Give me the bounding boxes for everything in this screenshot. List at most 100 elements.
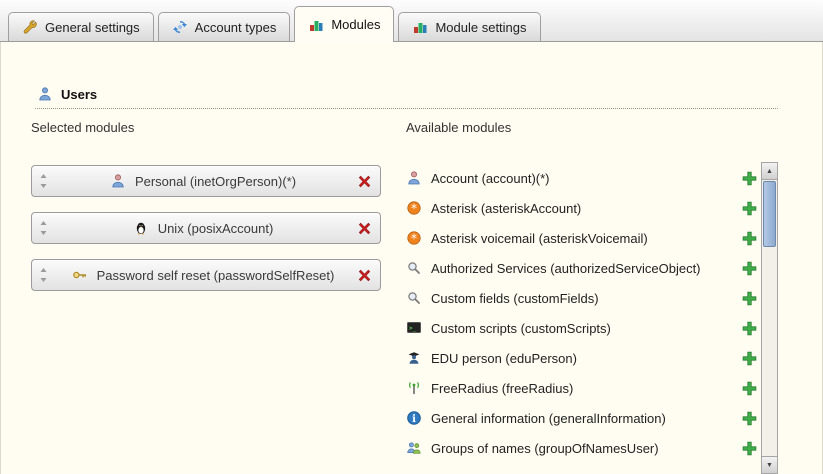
- lam-configuration-page: General settings Account types Modules M…: [0, 0, 823, 474]
- available-module-row: * Asterisk (asteriskAccount): [406, 193, 758, 223]
- group-icon: [406, 440, 422, 456]
- magnifier-icon: [406, 290, 422, 306]
- module-label: Personal (inetOrgPerson)(*): [135, 174, 296, 189]
- terminal-icon: >_: [406, 320, 422, 336]
- sync-icon: [172, 19, 188, 35]
- available-module-row: * Asterisk voicemail (asteriskVoicemail): [406, 223, 758, 253]
- remove-module-button[interactable]: [356, 267, 373, 284]
- section-title: Users: [61, 87, 97, 102]
- plus-icon: [741, 380, 758, 397]
- add-module-button[interactable]: [741, 410, 758, 427]
- antenna-icon: [406, 380, 422, 396]
- add-module-button[interactable]: [741, 230, 758, 247]
- key-icon: [72, 267, 88, 283]
- section-heading-users: Users: [37, 86, 97, 102]
- available-module-row: Account (account)(*): [406, 163, 758, 193]
- section-divider: [35, 108, 778, 109]
- module-label: Groups of names (groupOfNamesUser): [431, 441, 732, 456]
- module-label: FreeRadius (freeRadius): [431, 381, 732, 396]
- delete-icon: [356, 173, 373, 190]
- tabs: General settings Account types Modules M…: [8, 6, 541, 41]
- add-module-button[interactable]: [741, 380, 758, 397]
- selected-module-row[interactable]: Personal (inetOrgPerson)(*): [31, 165, 381, 197]
- available-module-row: EDU person (eduPerson): [406, 343, 758, 373]
- module-label: Custom scripts (customScripts): [431, 321, 732, 336]
- module-label: Asterisk voicemail (asteriskVoicemail): [431, 231, 732, 246]
- modules-icon: [412, 19, 428, 35]
- plus-icon: [741, 260, 758, 277]
- remove-module-button[interactable]: [356, 173, 373, 190]
- module-label: Account (account)(*): [431, 171, 732, 186]
- tab-modules[interactable]: Modules: [294, 6, 394, 42]
- vertical-scrollbar[interactable]: ▲ ▼: [761, 162, 778, 474]
- magnifier-icon: [406, 260, 422, 276]
- module-label: Asterisk (asteriskAccount): [431, 201, 732, 216]
- plus-icon: [741, 200, 758, 217]
- graduate-icon: [406, 350, 422, 366]
- add-module-button[interactable]: [741, 200, 758, 217]
- scroll-down-button[interactable]: ▼: [762, 456, 777, 473]
- scroll-up-button[interactable]: ▲: [762, 163, 777, 180]
- available-module-row: Groups of names (groupOfNamesUser): [406, 433, 758, 463]
- drag-handle-icon[interactable]: [39, 267, 48, 283]
- delete-icon: [356, 267, 373, 284]
- tab-label: Module settings: [435, 20, 526, 35]
- person-icon: [110, 173, 126, 189]
- plus-icon: [741, 350, 758, 367]
- available-module-row: >_ Custom scripts (customScripts): [406, 313, 758, 343]
- svg-text:>_: >_: [409, 325, 417, 332]
- asterisk-icon: *: [406, 200, 422, 216]
- tab-label: Modules: [331, 17, 380, 32]
- tab-label: Account types: [195, 20, 277, 35]
- tab-bar: General settings Account types Modules M…: [0, 0, 823, 42]
- penguin-icon: [133, 220, 149, 236]
- add-module-button[interactable]: [741, 260, 758, 277]
- selected-modules-heading: Selected modules: [31, 120, 381, 135]
- plus-icon: [741, 440, 758, 457]
- selected-module-row[interactable]: Password self reset (passwordSelfReset): [31, 259, 381, 291]
- plus-icon: [741, 320, 758, 337]
- module-label: Password self reset (passwordSelfReset): [97, 268, 335, 283]
- plus-icon: [741, 410, 758, 427]
- info-icon: i: [406, 410, 422, 426]
- module-label: Unix (posixAccount): [158, 221, 274, 236]
- selected-modules-column: Selected modules Personal (inetOrgPerson…: [31, 120, 381, 291]
- remove-module-button[interactable]: [356, 220, 373, 237]
- available-modules-heading: Available modules: [406, 120, 758, 135]
- available-module-row: i General information (generalInformatio…: [406, 403, 758, 433]
- available-module-row: FreeRadius (freeRadius): [406, 373, 758, 403]
- add-module-button[interactable]: [741, 290, 758, 307]
- drag-handle-icon[interactable]: [39, 220, 48, 236]
- plus-icon: [741, 170, 758, 187]
- module-label: EDU person (eduPerson): [431, 351, 732, 366]
- scroll-thumb[interactable]: [763, 181, 776, 247]
- module-label: General information (generalInformation): [431, 411, 732, 426]
- svg-text:*: *: [411, 202, 417, 216]
- svg-text:*: *: [411, 232, 417, 246]
- add-module-button[interactable]: [741, 320, 758, 337]
- person-icon: [406, 170, 422, 186]
- user-icon: [37, 86, 53, 102]
- modules-panel: Users Selected modules Personal (inetOrg…: [0, 42, 823, 474]
- module-label: Authorized Services (authorizedServiceOb…: [431, 261, 732, 276]
- add-module-button[interactable]: [741, 350, 758, 367]
- modules-icon: [308, 17, 324, 33]
- tab-general-settings[interactable]: General settings: [8, 12, 154, 41]
- selected-modules-list: Personal (inetOrgPerson)(*) Unix (po: [31, 165, 381, 291]
- selected-module-row[interactable]: Unix (posixAccount): [31, 212, 381, 244]
- available-module-row: Authorized Services (authorizedServiceOb…: [406, 253, 758, 283]
- drag-handle-icon[interactable]: [39, 173, 48, 189]
- plus-icon: [741, 290, 758, 307]
- add-module-button[interactable]: [741, 170, 758, 187]
- plus-icon: [741, 230, 758, 247]
- delete-icon: [356, 220, 373, 237]
- tab-module-settings[interactable]: Module settings: [398, 12, 540, 41]
- available-modules-column: Available modules Account (account)(*) *: [406, 120, 758, 463]
- tab-label: General settings: [45, 20, 140, 35]
- wrench-icon: [22, 19, 38, 35]
- add-module-button[interactable]: [741, 440, 758, 457]
- module-label: Custom fields (customFields): [431, 291, 732, 306]
- svg-text:i: i: [412, 414, 416, 425]
- tab-account-types[interactable]: Account types: [158, 12, 291, 41]
- available-module-row: Custom fields (customFields): [406, 283, 758, 313]
